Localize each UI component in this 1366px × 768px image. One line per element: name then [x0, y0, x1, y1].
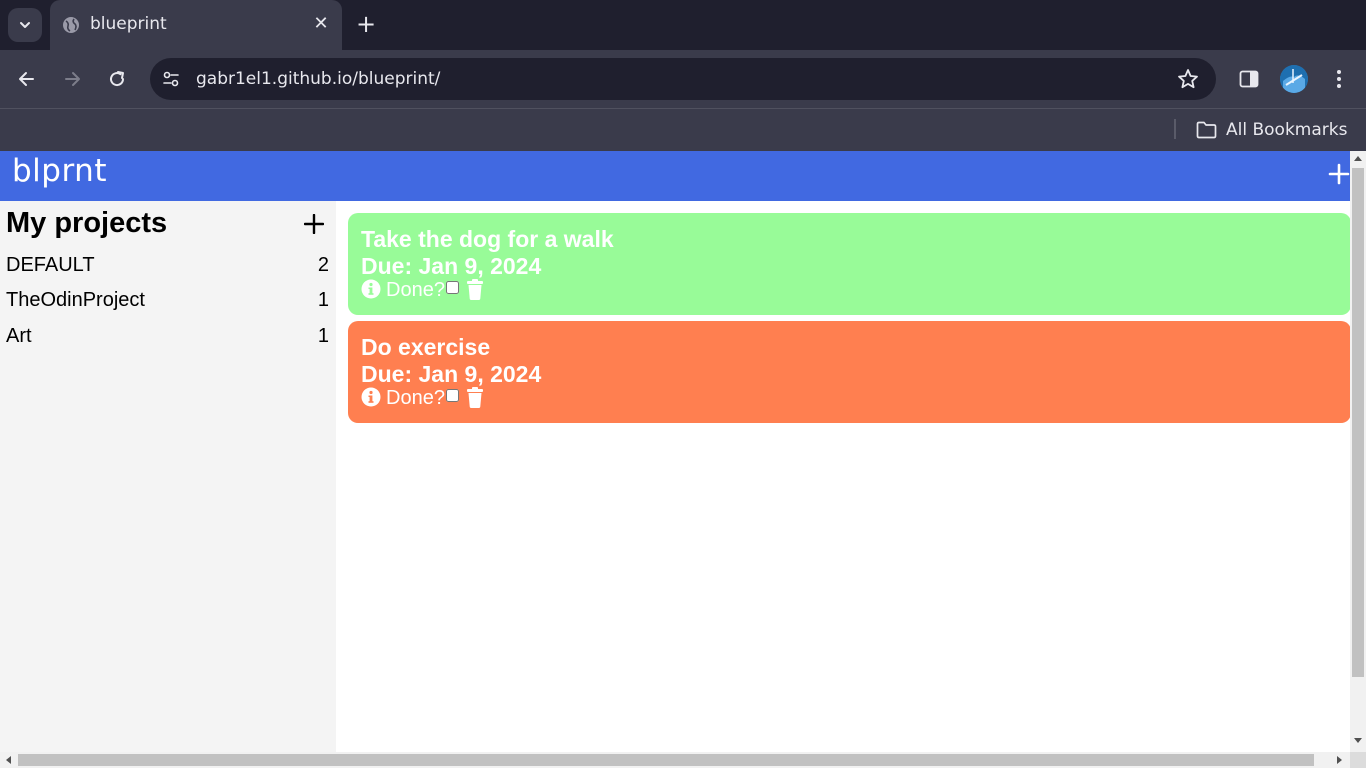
- add-project-icon[interactable]: [304, 214, 324, 234]
- info-icon[interactable]: [361, 279, 381, 299]
- reload-icon: [110, 71, 125, 87]
- horizontal-scroll-thumb[interactable]: [18, 754, 1314, 766]
- address-bar[interactable]: gabr1el1.github.io/blueprint/: [150, 58, 1216, 100]
- sidebar-title: My projects: [6, 207, 168, 239]
- browser-toolbar: gabr1el1.github.io/blueprint/: [0, 50, 1366, 108]
- forward-button[interactable]: [56, 63, 88, 95]
- todo-due-date: Due: Jan 9, 2024: [361, 253, 542, 279]
- tab-search-button[interactable]: [8, 8, 42, 42]
- bookmarks-separator: [1174, 119, 1176, 139]
- todo-card: Take the dog for a walk Due: Jan 9, 2024…: [348, 213, 1351, 315]
- add-todo-icon[interactable]: [1328, 163, 1350, 185]
- scroll-up-arrow-icon[interactable]: [1354, 156, 1362, 161]
- project-item-theodinproject[interactable]: TheOdinProject 1: [6, 286, 330, 316]
- all-bookmarks-button[interactable]: All Bookmarks: [1196, 117, 1347, 143]
- todo-card: Do exercise Due: Jan 9, 2024 Done?: [348, 321, 1351, 423]
- all-bookmarks-label: All Bookmarks: [1226, 120, 1348, 140]
- scroll-right-arrow-icon[interactable]: [1337, 756, 1342, 764]
- page-viewport: blprnt My projects DEFAULT 2 TheOdinProj…: [0, 151, 1366, 768]
- todo-title: Take the dog for a walk: [361, 226, 614, 252]
- vertical-scroll-thumb[interactable]: [1352, 168, 1364, 677]
- close-tab-icon[interactable]: ✕: [312, 15, 330, 33]
- project-item-default[interactable]: DEFAULT 2: [6, 251, 330, 281]
- horizontal-scrollbar[interactable]: [0, 752, 1366, 768]
- browser-tab-bar: blueprint ✕ +: [0, 0, 1366, 50]
- folder-icon: [1196, 121, 1217, 139]
- arrow-right-icon: [65, 72, 80, 86]
- scroll-down-arrow-icon[interactable]: [1354, 738, 1362, 743]
- todo-due-date: Due: Jan 9, 2024: [361, 361, 542, 387]
- arrow-left-icon: [19, 72, 34, 86]
- scrollbar-corner: [1350, 752, 1366, 768]
- info-icon[interactable]: [361, 387, 381, 407]
- project-item-art[interactable]: Art 1: [6, 322, 330, 352]
- done-label: Done?: [386, 279, 445, 301]
- projects-sidebar: My projects DEFAULT 2 TheOdinProject 1 A…: [0, 201, 336, 753]
- back-button[interactable]: [11, 63, 43, 95]
- profile-avatar[interactable]: [1280, 65, 1308, 93]
- todo-title: Do exercise: [361, 334, 491, 360]
- bookmark-star-icon[interactable]: [1176, 67, 1200, 91]
- browser-menu-icon[interactable]: [1326, 66, 1352, 92]
- vertical-scrollbar[interactable]: [1350, 151, 1366, 752]
- globe-icon: [63, 17, 79, 33]
- side-panel-icon[interactable]: [1236, 66, 1262, 92]
- trash-icon[interactable]: [467, 387, 483, 408]
- site-info-icon[interactable]: [160, 68, 182, 90]
- browser-tab[interactable]: blueprint ✕: [50, 0, 342, 50]
- done-checkbox[interactable]: [446, 389, 459, 402]
- app-header: blprnt: [0, 151, 1350, 201]
- project-count: 1: [317, 325, 329, 347]
- tab-title: blueprint: [90, 14, 167, 34]
- reload-button[interactable]: [101, 63, 133, 95]
- scroll-left-arrow-icon[interactable]: [6, 756, 11, 764]
- done-checkbox[interactable]: [446, 281, 459, 294]
- project-count: 1: [317, 289, 329, 311]
- project-name: Art: [6, 325, 32, 347]
- new-tab-button[interactable]: +: [352, 10, 380, 38]
- bookmarks-bar: All Bookmarks: [0, 108, 1366, 151]
- url-text[interactable]: gabr1el1.github.io/blueprint/: [196, 69, 440, 89]
- project-name: DEFAULT: [6, 254, 95, 276]
- trash-icon[interactable]: [467, 279, 483, 300]
- project-name: TheOdinProject: [6, 289, 145, 311]
- project-count: 2: [317, 254, 329, 276]
- chevron-down-icon: [20, 22, 30, 28]
- done-label: Done?: [386, 387, 445, 409]
- app-logo[interactable]: blprnt: [12, 153, 107, 189]
